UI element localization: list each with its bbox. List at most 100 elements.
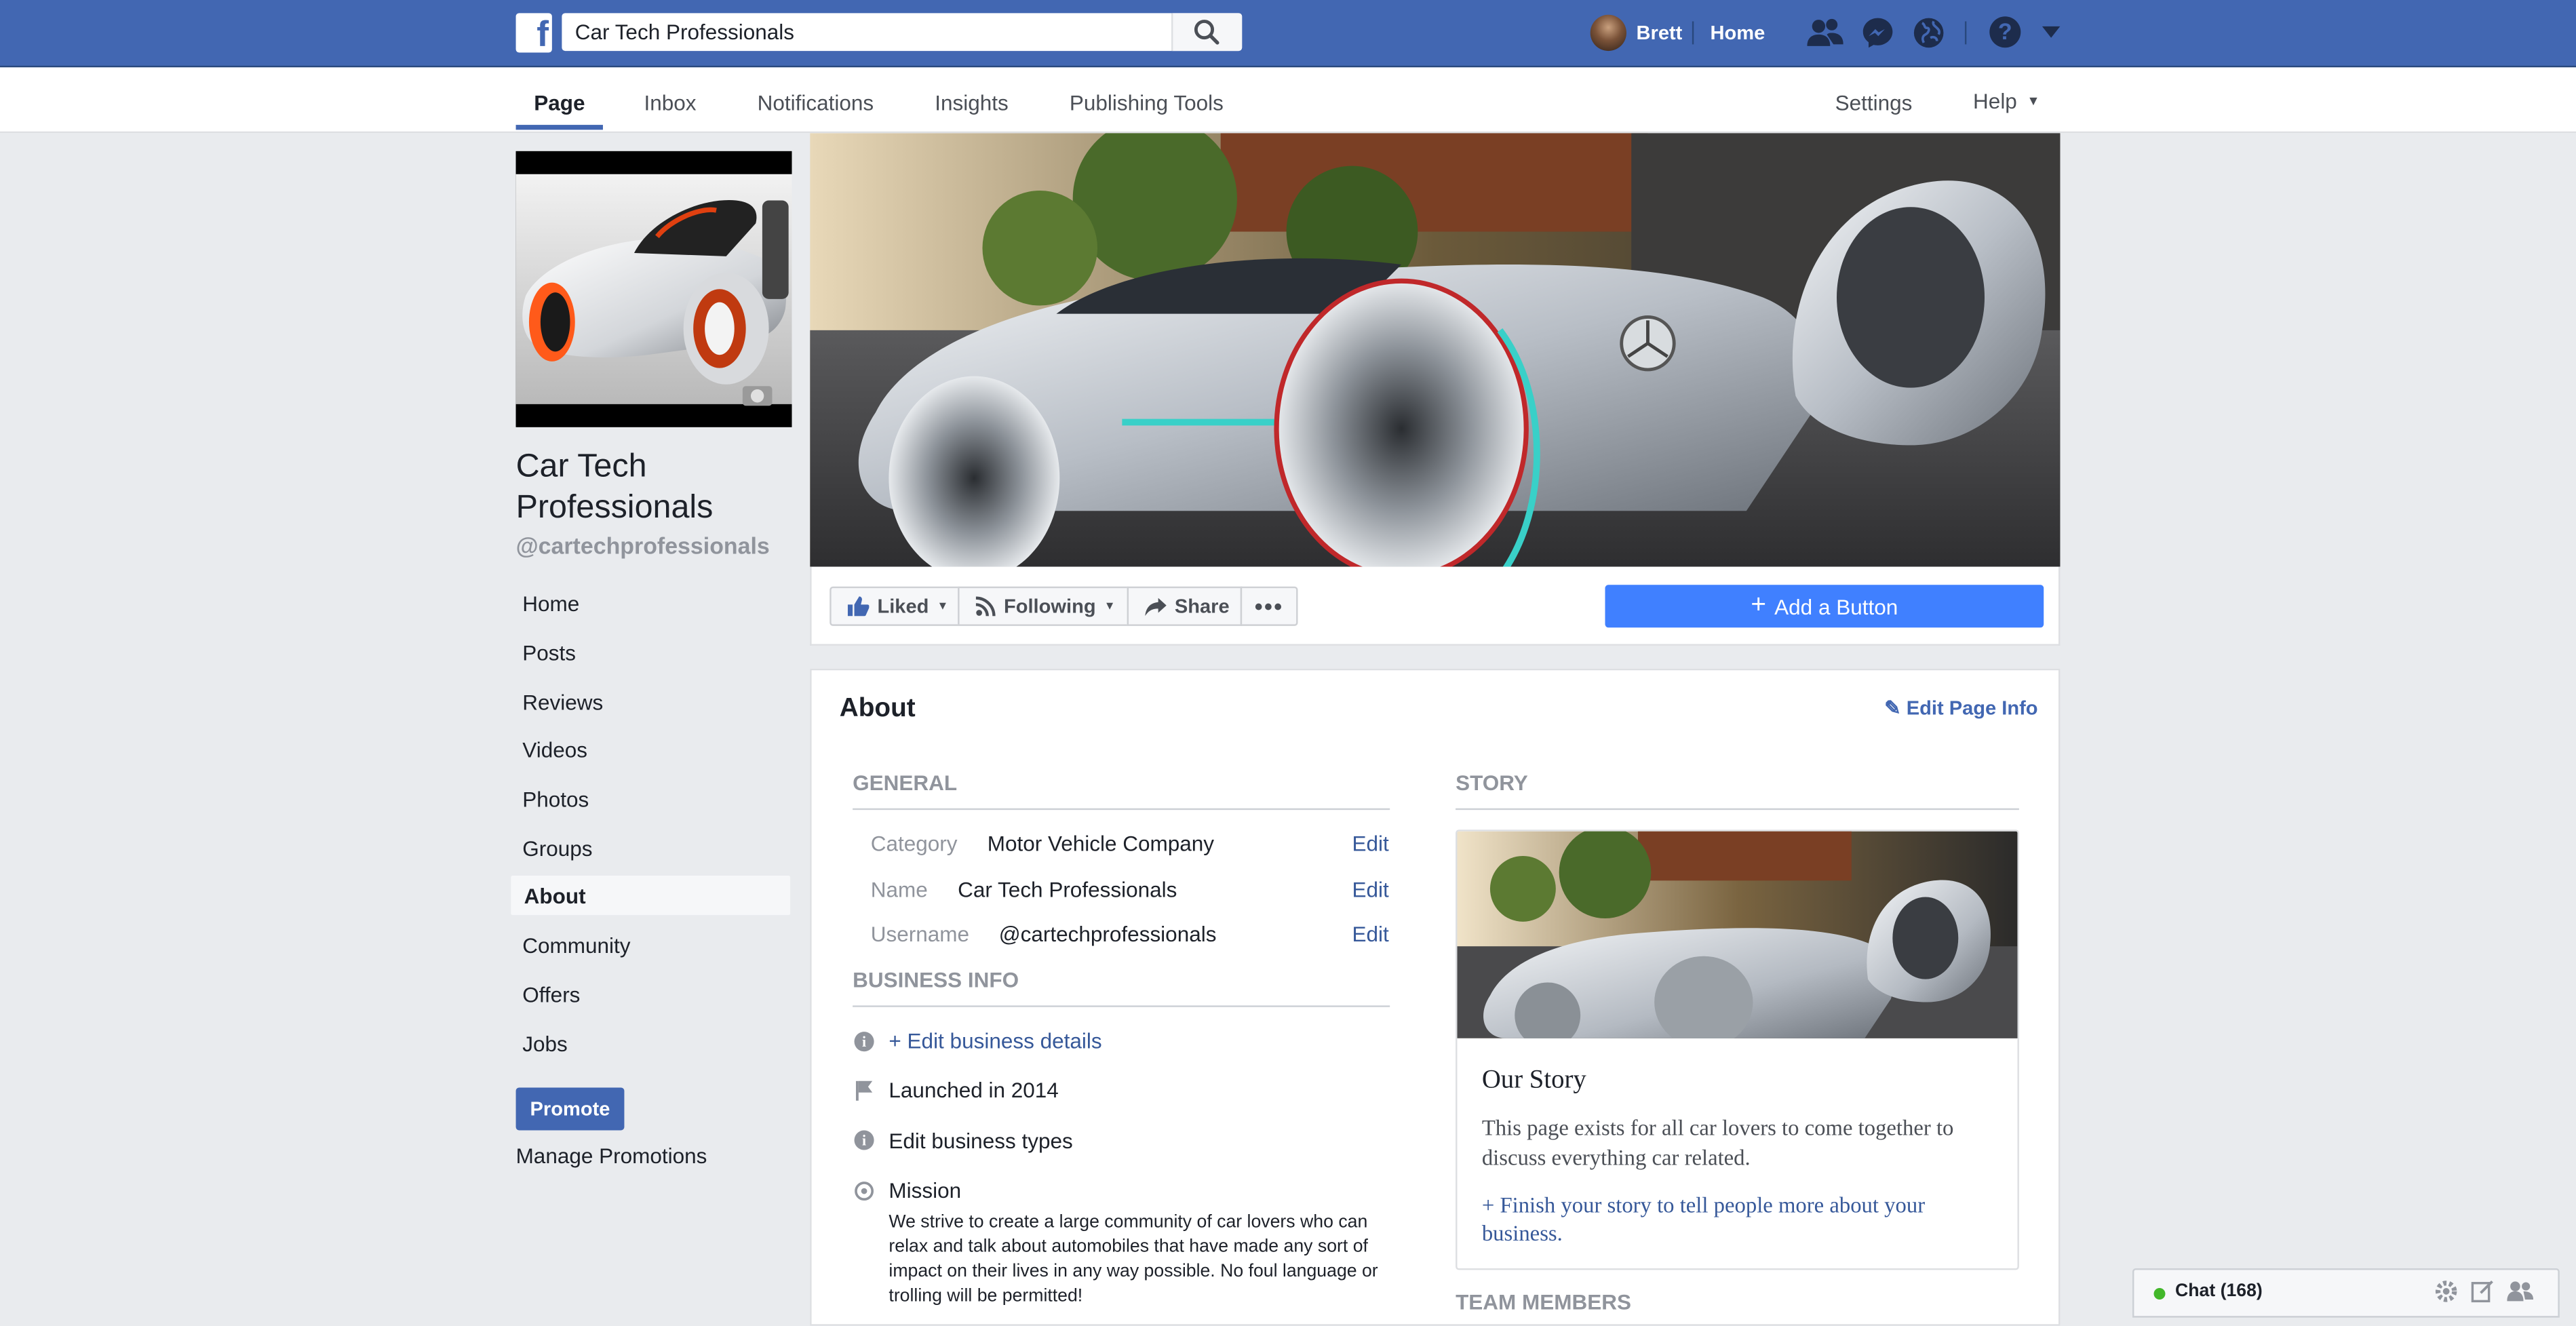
notifications-globe-icon[interactable] <box>1912 16 1945 49</box>
chat-groups-icon[interactable] <box>2507 1280 2534 1303</box>
account-menu-caret-icon[interactable] <box>2042 26 2061 38</box>
name-value: Car Tech Professionals <box>958 877 1177 902</box>
edit-page-info-link[interactable]: ✎ Edit Page Info <box>1884 697 2037 720</box>
sidebar-item-offers[interactable]: Offers <box>509 973 792 1015</box>
chevron-down-icon: ▼ <box>937 600 949 612</box>
sidebar-item-photos[interactable]: Photos <box>509 777 792 820</box>
promote-button[interactable]: Promote <box>515 1087 625 1131</box>
search-input[interactable] <box>562 13 1170 52</box>
chat-bar[interactable]: Chat (168) <box>2132 1268 2560 1318</box>
topbar-divider <box>1692 21 1694 45</box>
sidebar-item-home[interactable]: Home <box>509 581 792 624</box>
username-label: Username <box>870 921 970 947</box>
edit-page-info-label: Edit Page Info <box>1906 697 2038 720</box>
tab-inbox[interactable]: Inbox <box>644 90 697 115</box>
share-arrow-icon <box>1145 597 1167 616</box>
share-button[interactable]: Share <box>1127 586 1243 626</box>
tab-notifications[interactable]: Notifications <box>758 90 874 115</box>
team-members-heading: TEAM MEMBERS <box>1456 1289 1631 1314</box>
facebook-logo-icon[interactable]: f <box>515 13 552 54</box>
launched-text: Launched in 2014 <box>889 1077 1059 1103</box>
new-message-icon[interactable] <box>2471 1280 2494 1303</box>
sidebar-item-jobs[interactable]: Jobs <box>509 1022 792 1065</box>
about-card: About ✎ Edit Page Info GENERAL Category … <box>810 668 2061 1326</box>
mission-label: Mission <box>889 1177 962 1203</box>
finish-story-link[interactable]: + Finish your story to tell people more … <box>1482 1191 2004 1247</box>
user-avatar[interactable] <box>1590 14 1626 52</box>
thumbs-up-icon <box>847 596 870 617</box>
edit-business-details-link[interactable]: + Edit business details <box>889 1028 1101 1053</box>
page-name-line-2: Professionals <box>515 489 714 526</box>
friend-requests-icon[interactable] <box>1807 16 1843 49</box>
following-button[interactable]: Following ▼ <box>958 586 1129 626</box>
chevron-down-icon: ▼ <box>2027 94 2040 109</box>
story-divider <box>1456 808 2019 811</box>
page-tabs-bar: Page Inbox Notifications Insights Publis… <box>0 67 2576 134</box>
sidebar-item-videos[interactable]: Videos <box>509 728 792 771</box>
tab-insights[interactable]: Insights <box>935 90 1009 115</box>
chevron-down-icon: ▼ <box>1104 600 1116 612</box>
info-icon: i <box>854 1032 874 1052</box>
tab-publishing-tools[interactable]: Publishing Tools <box>1070 90 1224 115</box>
business-info-heading: BUSINESS INFO <box>853 967 1019 993</box>
name-label: Name <box>870 877 928 902</box>
search-button[interactable] <box>1171 13 1243 52</box>
edit-business-types-link[interactable]: Edit business types <box>889 1129 1072 1153</box>
sidebar-item-community[interactable]: Community <box>509 923 792 966</box>
story-cover-image <box>1457 831 2018 1038</box>
sidebar-item-reviews[interactable]: Reviews <box>509 680 792 723</box>
story-heading: STORY <box>1456 771 1528 796</box>
profile-picture[interactable] <box>515 151 792 427</box>
about-title: About <box>839 695 916 723</box>
plus-icon: + <box>1751 591 1767 620</box>
edit-name-link[interactable]: Edit <box>1352 877 1388 901</box>
help-menu[interactable]: Help ▼ <box>1973 89 2040 113</box>
topbar-divider-2 <box>1964 21 1967 45</box>
chat-label: Chat (168) <box>2174 1281 2263 1302</box>
camera-icon[interactable] <box>739 388 772 411</box>
manage-promotions-link[interactable]: Manage Promotions <box>516 1144 707 1168</box>
add-a-button-label: Add a Button <box>1774 593 1898 619</box>
general-heading: GENERAL <box>853 771 958 796</box>
page-name-line-1: Car Tech <box>515 448 647 485</box>
home-link[interactable]: Home <box>1711 21 1765 44</box>
tab-page[interactable]: Page <box>534 90 585 115</box>
page-action-bar: Liked ▼ Following ▼ Share ••• + Add a Bu… <box>810 566 2061 646</box>
share-label: Share <box>1174 594 1230 618</box>
target-icon <box>855 1182 874 1201</box>
story-title: Our Story <box>1481 1066 1586 1095</box>
active-tab-indicator <box>515 125 603 130</box>
general-divider <box>853 808 1390 811</box>
online-status-dot <box>2153 1288 2166 1300</box>
messenger-icon[interactable] <box>1861 16 1894 49</box>
search-box <box>562 13 1243 52</box>
sidebar-item-posts[interactable]: Posts <box>509 631 792 674</box>
search-icon <box>1194 20 1219 45</box>
settings-link[interactable]: Settings <box>1835 90 1913 115</box>
ellipsis-icon: ••• <box>1254 593 1284 620</box>
username-value: @cartechprofessionals <box>998 921 1217 947</box>
liked-button[interactable]: Liked ▼ <box>830 586 960 626</box>
gear-icon[interactable] <box>2435 1280 2458 1303</box>
user-name-link[interactable]: Brett <box>1637 21 1683 44</box>
liked-label: Liked <box>877 594 929 618</box>
add-a-button[interactable]: + Add a Button <box>1605 585 2044 628</box>
sidebar-item-about[interactable]: About <box>509 874 792 917</box>
following-label: Following <box>1003 594 1096 618</box>
story-text: This page exists for all car lovers to c… <box>1481 1115 1954 1170</box>
story-card[interactable]: Our Story This page exists for all car l… <box>1456 830 2019 1270</box>
edit-category-link[interactable]: Edit <box>1352 832 1388 856</box>
pencil-icon: ✎ <box>1884 697 1901 720</box>
page-name: Car Tech Professionals <box>516 447 714 529</box>
sidebar-item-groups[interactable]: Groups <box>509 826 792 869</box>
cover-photo[interactable] <box>810 133 2061 567</box>
flag-icon <box>855 1079 874 1101</box>
help-icon[interactable]: ? <box>1989 16 2021 48</box>
top-navigation-bar: f Brett Home ? <box>0 0 2576 68</box>
category-value: Motor Vehicle Company <box>987 831 1215 856</box>
more-options-button[interactable]: ••• <box>1240 586 1298 626</box>
business-info-divider <box>853 1005 1390 1007</box>
help-menu-label: Help <box>1973 88 2017 114</box>
category-label: Category <box>870 831 958 856</box>
edit-username-link[interactable]: Edit <box>1352 922 1388 946</box>
